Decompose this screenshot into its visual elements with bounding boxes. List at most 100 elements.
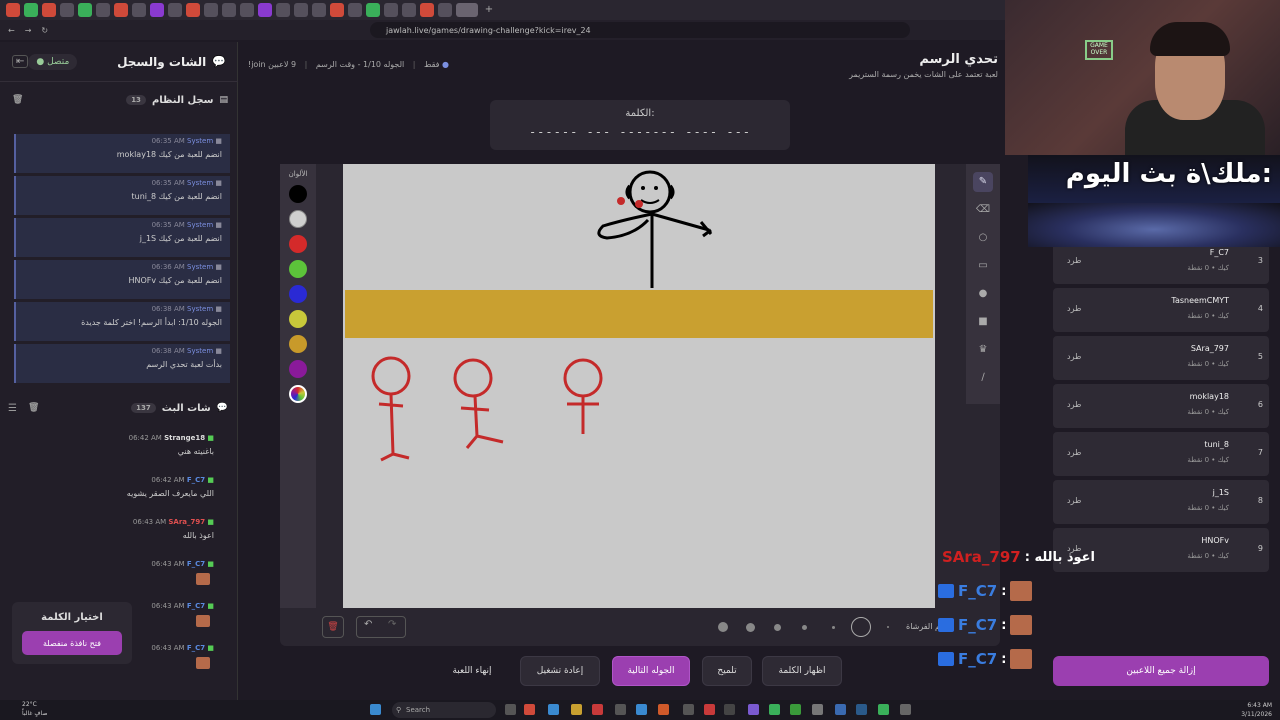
browser-tab[interactable] bbox=[78, 3, 92, 17]
forward-icon[interactable]: → bbox=[25, 26, 32, 35]
circle-icon[interactable]: ○ bbox=[973, 228, 993, 248]
chat-username[interactable]: F_C7 bbox=[187, 560, 205, 568]
taskbar-app-icon[interactable] bbox=[748, 704, 759, 715]
browser-tab[interactable] bbox=[204, 3, 218, 17]
color-swatch[interactable] bbox=[289, 235, 307, 253]
taskbar-app-icon[interactable] bbox=[724, 704, 735, 715]
clear-canvas-icon[interactable]: 🗑 bbox=[322, 616, 344, 638]
taskbar-app-icon[interactable] bbox=[856, 704, 867, 715]
chat-username[interactable]: SAra_797 bbox=[168, 518, 205, 526]
color-swatch[interactable] bbox=[289, 360, 307, 378]
brush-size-xs[interactable] bbox=[832, 626, 835, 629]
line-icon[interactable]: ∕ bbox=[973, 368, 993, 388]
chat-username[interactable]: F_C7 bbox=[187, 476, 205, 484]
kick-player-button[interactable]: طرد bbox=[1067, 256, 1081, 265]
browser-tab[interactable] bbox=[186, 3, 200, 17]
taskbar-app-icon[interactable] bbox=[658, 704, 669, 715]
taskbar-app-icon[interactable] bbox=[571, 704, 582, 715]
kick-player-button[interactable]: طرد bbox=[1067, 304, 1081, 313]
next-round-button[interactable]: الجوله التالية bbox=[612, 656, 690, 686]
hint-button[interactable]: تلميح bbox=[702, 656, 752, 686]
bucket-icon[interactable]: ♛ bbox=[973, 340, 993, 360]
kick-player-button[interactable]: طرد bbox=[1067, 448, 1081, 457]
windows-start-icon[interactable] bbox=[370, 704, 381, 715]
browser-tab[interactable] bbox=[150, 3, 164, 17]
browser-tab[interactable] bbox=[402, 3, 416, 17]
custom-color-picker[interactable] bbox=[289, 385, 307, 403]
browser-tab[interactable] bbox=[96, 3, 110, 17]
brush-size-lg[interactable] bbox=[746, 623, 755, 632]
browser-tab[interactable] bbox=[330, 3, 344, 17]
weather-widget[interactable]: 22°C صافٍ غالباً bbox=[22, 700, 47, 718]
taskbar-app-icon[interactable] bbox=[505, 704, 516, 715]
kick-player-button[interactable]: طرد bbox=[1067, 496, 1081, 505]
browser-tab[interactable] bbox=[6, 3, 20, 17]
brush-size-md[interactable] bbox=[774, 624, 781, 631]
browser-tab[interactable] bbox=[240, 3, 254, 17]
browser-tab[interactable] bbox=[168, 3, 182, 17]
url-field[interactable]: jawlah.live/games/drawing-challenge?kick… bbox=[370, 22, 910, 38]
reload-icon[interactable]: ↻ bbox=[41, 26, 48, 35]
taskbar-app-icon[interactable] bbox=[835, 704, 846, 715]
browser-tab[interactable] bbox=[366, 3, 380, 17]
color-swatch[interactable] bbox=[289, 285, 307, 303]
drawing-canvas[interactable] bbox=[343, 164, 935, 608]
taskbar-app-icon[interactable] bbox=[524, 704, 535, 715]
color-swatch[interactable] bbox=[289, 210, 307, 228]
trash-icon[interactable]: 🗑 bbox=[28, 403, 39, 413]
open-separate-window-button[interactable]: فتح نافذة منفصلة bbox=[22, 631, 122, 655]
taskbar-app-icon[interactable] bbox=[683, 704, 694, 715]
browser-tab[interactable] bbox=[294, 3, 308, 17]
browser-tab[interactable] bbox=[384, 3, 398, 17]
brush-size-xxs[interactable] bbox=[887, 626, 889, 628]
collapse-sidebar-icon[interactable]: ⇤ bbox=[12, 55, 29, 68]
browser-tab-active[interactable] bbox=[456, 3, 478, 17]
taskbar-app-icon[interactable] bbox=[878, 704, 889, 715]
list-icon[interactable]: ☰ bbox=[8, 403, 17, 414]
pencil-icon[interactable]: ✎ bbox=[973, 172, 993, 192]
show-word-button[interactable]: اظهار الكلمة bbox=[762, 656, 842, 686]
chat-username[interactable]: F_C7 bbox=[187, 602, 205, 610]
browser-tab[interactable] bbox=[114, 3, 128, 17]
taskbar-clock[interactable]: 6:43 AM 3/11/2026 bbox=[1238, 701, 1272, 719]
taskbar-app-icon[interactable] bbox=[636, 704, 647, 715]
color-swatch[interactable] bbox=[289, 260, 307, 278]
redo-icon[interactable]: ↷ bbox=[388, 619, 396, 630]
kick-player-button[interactable]: طرد bbox=[1067, 400, 1081, 409]
taskbar-app-icon[interactable] bbox=[900, 704, 911, 715]
eraser-icon[interactable]: ⌫ bbox=[973, 200, 993, 220]
browser-tab[interactable] bbox=[348, 3, 362, 17]
browser-tab[interactable] bbox=[438, 3, 452, 17]
brush-size-selected[interactable] bbox=[851, 617, 871, 637]
browser-tab[interactable] bbox=[312, 3, 326, 17]
fill-dot-icon[interactable]: ● bbox=[973, 284, 993, 304]
brush-size-sm[interactable] bbox=[802, 625, 807, 630]
browser-tab[interactable] bbox=[42, 3, 56, 17]
remove-all-players-button[interactable]: إزالة جميع اللاعبين bbox=[1053, 656, 1269, 686]
color-swatch[interactable] bbox=[289, 185, 307, 203]
undo-icon[interactable]: ↶ bbox=[364, 619, 372, 630]
taskbar-app-icon[interactable] bbox=[769, 704, 780, 715]
taskbar-app-icon[interactable] bbox=[704, 704, 715, 715]
chat-username[interactable]: Strange18 bbox=[164, 434, 205, 442]
new-tab-icon[interactable]: + bbox=[482, 3, 496, 17]
chat-username[interactable]: F_C7 bbox=[187, 644, 205, 652]
kick-player-button[interactable]: طرد bbox=[1067, 352, 1081, 361]
color-swatch[interactable] bbox=[289, 310, 307, 328]
taskbar-app-icon[interactable] bbox=[790, 704, 801, 715]
browser-tab[interactable] bbox=[24, 3, 38, 17]
taskbar-app-icon[interactable] bbox=[548, 704, 559, 715]
browser-tab[interactable] bbox=[258, 3, 272, 17]
brush-size-xl[interactable] bbox=[718, 622, 728, 632]
browser-tab[interactable] bbox=[276, 3, 290, 17]
back-icon[interactable]: ← bbox=[8, 26, 15, 35]
end-game-button[interactable]: إنهاء اللعبة bbox=[440, 656, 504, 686]
browser-tab[interactable] bbox=[222, 3, 236, 17]
browser-tab[interactable] bbox=[132, 3, 146, 17]
taskbar-app-icon[interactable] bbox=[812, 704, 823, 715]
taskbar-search[interactable]: ⚲ Search bbox=[392, 702, 496, 718]
taskbar-app-icon[interactable] bbox=[615, 704, 626, 715]
square-fill-icon[interactable]: ■ bbox=[973, 312, 993, 332]
trash-icon[interactable]: 🗑 bbox=[12, 95, 23, 105]
color-swatch[interactable] bbox=[289, 335, 307, 353]
